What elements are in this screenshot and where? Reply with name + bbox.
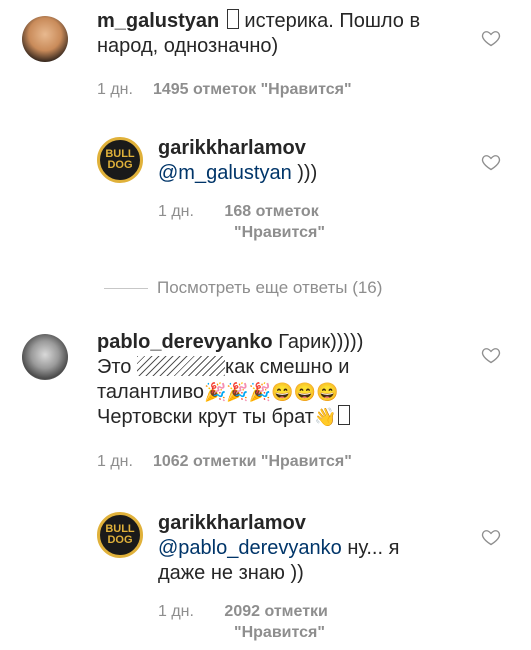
mention-link[interactable]: @m_galustyan xyxy=(158,162,292,184)
comment-text: garikkharlamov @pablo_derevyanko ну... я… xyxy=(158,511,458,586)
timestamp: 1 дн. xyxy=(158,203,194,220)
waving-hand-emoji: 👋 xyxy=(313,407,337,427)
comment-body: ну... я xyxy=(347,537,400,559)
view-more-replies-link[interactable]: Посмотреть еще ответы (16) xyxy=(157,278,382,298)
comment-body: даже не знаю )) xyxy=(158,562,304,584)
avatar[interactable] xyxy=(22,334,68,380)
party-popper-emoji: 🎉🎉🎉 xyxy=(203,382,272,402)
comment-meta: "Нравится" xyxy=(234,222,325,243)
heart-outline-icon[interactable] xyxy=(481,152,501,172)
timestamp: 1 дн. xyxy=(97,453,133,470)
mention-link[interactable]: @pablo_derevyanko xyxy=(158,537,342,559)
likes-count[interactable]: 1062 отметки "Нравится" xyxy=(153,453,352,470)
heart-outline-icon[interactable] xyxy=(481,28,501,48)
comment-body: талантливо xyxy=(97,381,204,403)
comment-body: Гарик))))) xyxy=(278,331,364,353)
comment-text: garikkharlamov @m_galustyan ))) xyxy=(158,136,458,186)
timestamp: 1 дн. xyxy=(158,603,194,620)
likes-count[interactable]: 1495 отметок "Нравится" xyxy=(153,81,352,98)
avatar[interactable]: BULL DOG xyxy=(97,137,143,183)
heart-outline-icon[interactable] xyxy=(481,345,501,365)
likes-label[interactable]: "Нравится" xyxy=(234,224,325,241)
grinning-emoji: 😄😄😄 xyxy=(271,382,339,402)
likes-count[interactable]: 168 отметок xyxy=(224,203,318,220)
username[interactable]: m_galustyan xyxy=(97,10,219,32)
comment-meta: 1 дн. 168 отметок xyxy=(158,201,319,222)
comment-meta: "Нравится" xyxy=(234,622,325,643)
comment-text: m_galustyan истерика. Пошло в народ, одн… xyxy=(97,9,457,59)
comment-meta: 1 дн. 1062 отметки "Нравится" xyxy=(97,451,352,472)
emoji-placeholder-icon xyxy=(338,405,351,425)
emoji-placeholder-icon xyxy=(226,9,239,29)
avatar[interactable]: BULL DOG xyxy=(97,512,143,558)
heart-outline-icon[interactable] xyxy=(481,527,501,547)
comment-body: ))) xyxy=(297,162,318,184)
bulldog-logo: BULL DOG xyxy=(105,148,135,171)
avatar[interactable] xyxy=(22,16,68,62)
comment-body: Чертовски крут ты брат xyxy=(97,406,314,428)
comment-text: pablo_derevyanko Гарик))))) Это как смеш… xyxy=(97,330,477,430)
likes-count[interactable]: 2092 отметки xyxy=(224,603,327,620)
username[interactable]: garikkharlamov xyxy=(158,136,458,161)
comment-body: Это xyxy=(97,356,132,378)
comment-body: как смешно и xyxy=(225,356,350,378)
comment-meta: 1 дн. 2092 отметки xyxy=(158,601,328,622)
divider xyxy=(104,288,148,289)
timestamp: 1 дн. xyxy=(97,81,133,98)
bulldog-logo: BULL DOG xyxy=(105,523,135,546)
comment-meta: 1 дн. 1495 отметок "Нравится" xyxy=(97,79,352,100)
redacted-word xyxy=(137,356,225,376)
username[interactable]: garikkharlamov xyxy=(158,511,458,536)
username[interactable]: pablo_derevyanko xyxy=(97,331,273,353)
likes-label[interactable]: "Нравится" xyxy=(234,624,325,641)
